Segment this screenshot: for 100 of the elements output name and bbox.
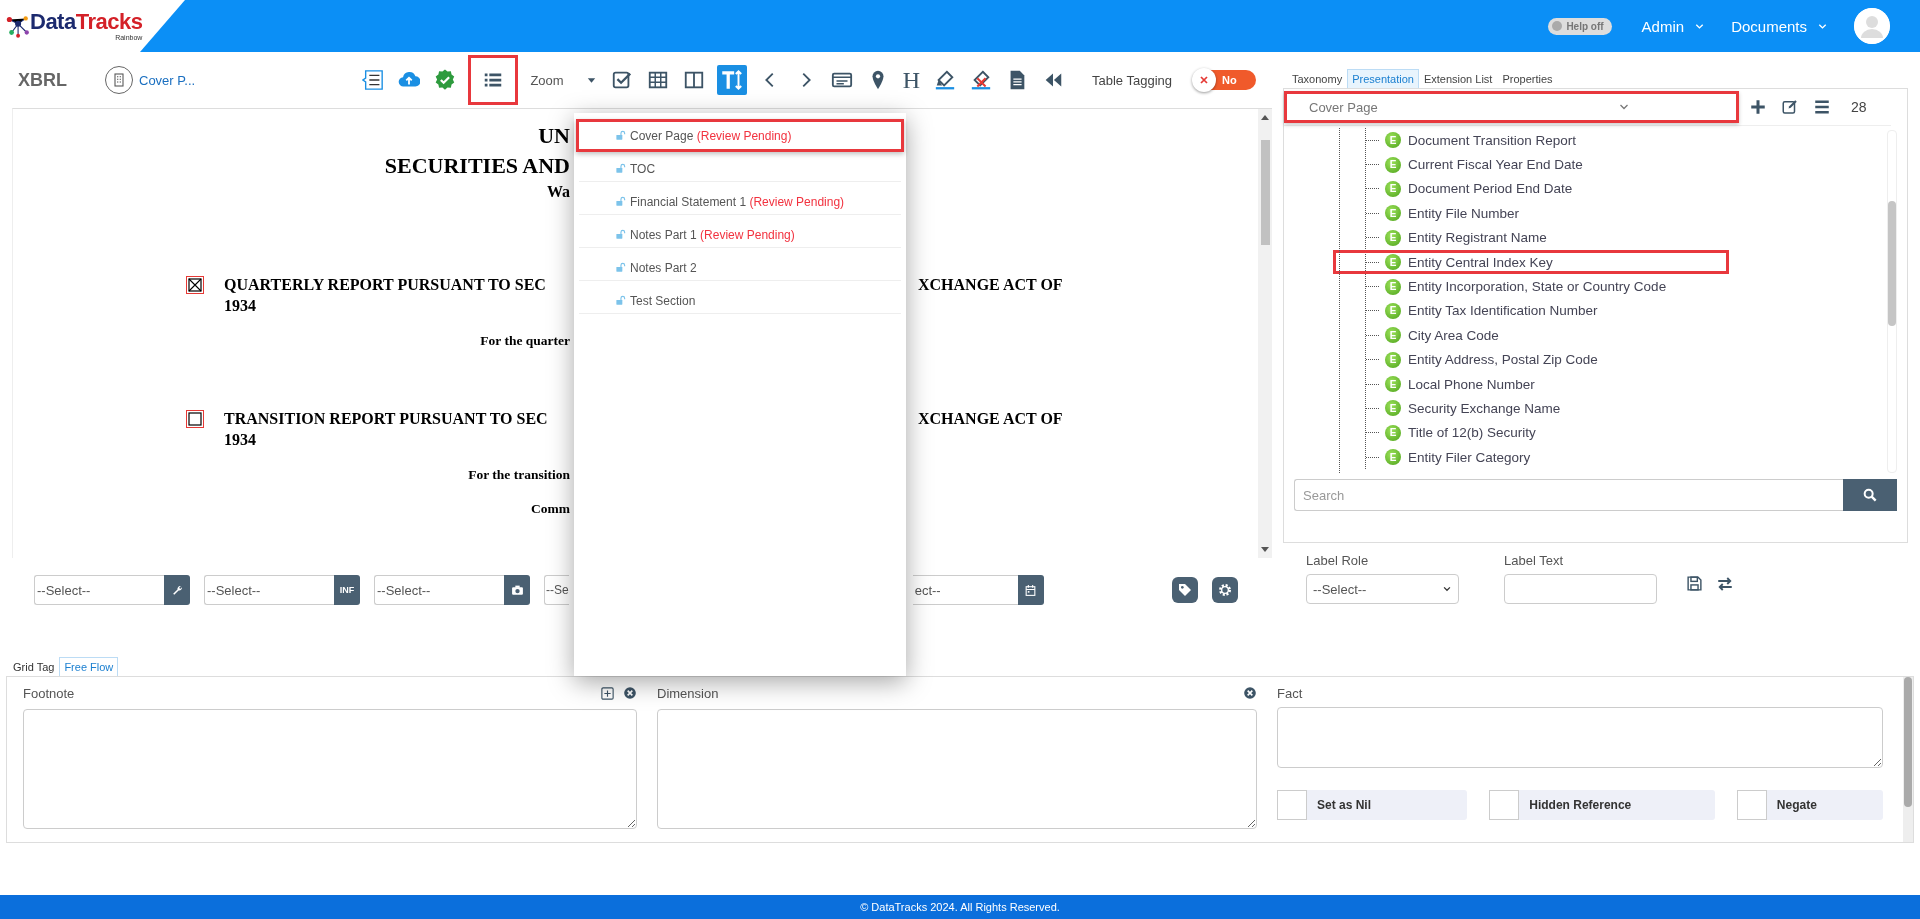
menu-item[interactable]: Cover Page (Review Pending) (576, 119, 904, 152)
option-checkbox[interactable]: Negate (1736, 790, 1883, 820)
heading-button[interactable]: H (900, 67, 922, 93)
image-button[interactable] (504, 575, 530, 605)
tree-item[interactable]: E Entity Address, Postal Zip Code (1363, 347, 1743, 372)
search-button[interactable] (1843, 479, 1897, 511)
select-field[interactable]: --Select-- (204, 575, 334, 605)
tree-item[interactable]: E Current Fiscal Year End Date (1363, 152, 1743, 177)
menu-item-label: Notes Part 2 (630, 260, 697, 275)
check-square-icon (610, 69, 633, 91)
item-count: 28 (1851, 99, 1867, 115)
panel-tab[interactable]: Presentation (1347, 69, 1419, 88)
element-badge: E (1385, 156, 1401, 173)
element-badge: E (1385, 376, 1401, 393)
section-name[interactable]: Cover P... (139, 72, 196, 88)
panel-tab[interactable]: Properties (1497, 69, 1558, 88)
menu-item[interactable]: Notes Part 1 (Review Pending) (576, 218, 904, 251)
element-badge: E (1385, 400, 1401, 417)
close-icon[interactable] (623, 686, 637, 700)
label-role-select[interactable]: --Select-- (1306, 574, 1459, 604)
menu-item[interactable]: Test Section (576, 284, 904, 317)
document-text: For the transition (467, 466, 570, 484)
fact-field[interactable] (1277, 707, 1883, 768)
option-checkbox[interactable]: Hidden Reference (1489, 790, 1715, 820)
field-label: Label Text (1504, 553, 1565, 568)
tree-item[interactable]: E Entity File Number (1363, 201, 1743, 226)
tree-item[interactable]: E Document Period End Date (1363, 176, 1743, 202)
avatar[interactable] (1854, 8, 1890, 44)
columns-icon (682, 69, 705, 91)
document-text: XCHANGE ACT OF (918, 275, 1064, 295)
zoom-dropdown[interactable]: Zoom (528, 70, 599, 90)
document-text: SECURITIES AND (383, 152, 570, 180)
text-height-button[interactable] (716, 65, 747, 95)
menu-item[interactable]: Notes Part 2 (576, 251, 904, 284)
chevron-down-icon (1442, 584, 1452, 594)
tag-icon (1176, 582, 1193, 598)
select-field[interactable]: ect-- (912, 575, 1018, 605)
dimension-field[interactable] (657, 709, 1257, 829)
tree-item[interactable]: E Entity Registrant Name (1363, 225, 1743, 250)
menu-item-label: Notes Part 1 (Review Pending) (630, 227, 795, 242)
menu-item[interactable]: Financial Statement 1 (Review Pending) (576, 185, 904, 218)
menu-icon[interactable] (1813, 98, 1831, 116)
section-list-button[interactable] (468, 55, 519, 105)
save-icon[interactable] (1686, 575, 1703, 592)
element-badge: E (1385, 351, 1401, 368)
wrench-icon (170, 583, 184, 597)
tree-item[interactable]: E Security Exchange Name (1363, 396, 1743, 421)
unlock-icon (615, 262, 626, 273)
calendar-button[interactable] (1017, 575, 1044, 605)
element-badge: E (1385, 278, 1401, 295)
document-text: XCHANGE ACT OF (918, 409, 1064, 429)
wrench-button[interactable] (164, 575, 190, 605)
plus-square-icon[interactable] (600, 685, 615, 701)
close-icon[interactable] (1243, 686, 1257, 700)
unlock-icon (615, 229, 626, 240)
document-text: UN (537, 122, 570, 150)
checkbox[interactable] (188, 412, 202, 426)
scrollbar-thumb[interactable] (1904, 677, 1912, 807)
tree-item[interactable]: E Entity Central Index Key (1333, 249, 1729, 275)
select-field[interactable]: --Se (544, 575, 569, 605)
panel-tab[interactable]: Taxonomy (1287, 69, 1348, 88)
tree-item[interactable]: E Document Transition Report (1363, 128, 1743, 153)
tag-button[interactable] (1171, 577, 1198, 603)
plus-icon[interactable] (1749, 98, 1767, 116)
tree-item[interactable]: E Entity Filer Category (1363, 445, 1743, 470)
section-select[interactable]: Cover Page (1284, 91, 1739, 123)
tag-mode-tab[interactable]: Free Flow (59, 657, 119, 676)
element-badge: E (1385, 327, 1401, 344)
document-text: TRANSITION REPORT PURSUANT TO SEC (224, 409, 548, 429)
footnote-field[interactable] (23, 709, 637, 829)
inf-button[interactable]: INF (334, 575, 360, 605)
select-field[interactable]: --Select-- (34, 575, 164, 605)
tag-mode-tab[interactable]: Grid Tag (8, 657, 60, 676)
menu-item-label: TOC (630, 161, 656, 176)
search-field[interactable]: Search (1294, 479, 1843, 511)
element-badge: E (1385, 424, 1401, 441)
tree-item[interactable]: E Entity Tax Identification Number (1363, 298, 1743, 324)
field-label: Footnote (23, 685, 75, 701)
scrollbar-thumb[interactable] (1888, 201, 1896, 326)
element-badge: E (1385, 229, 1401, 246)
document-text: Comm (530, 500, 570, 518)
label-text-field[interactable] (1504, 574, 1657, 604)
tree-item[interactable]: E Entity Incorporation, State or Country Code (1363, 274, 1743, 299)
edit-icon[interactable] (1781, 98, 1799, 116)
panel-tab[interactable]: Extension List (1418, 69, 1498, 88)
tree-item[interactable]: E Local Phone Number (1363, 371, 1743, 397)
scrollbar-thumb[interactable] (1260, 140, 1270, 245)
tree-item[interactable]: E City Area Code (1363, 323, 1743, 348)
table-tagging-label: Table Tagging (1092, 72, 1172, 88)
settings-button[interactable] (1211, 577, 1238, 603)
option-checkbox[interactable]: Set as Nil (1277, 790, 1468, 820)
menu-item[interactable]: TOC (576, 152, 904, 185)
checkbox[interactable] (188, 278, 202, 292)
element-badge: E (1385, 302, 1401, 319)
field-label: Dimension (657, 685, 719, 701)
tree-item[interactable]: E Title of 12(b) Security (1363, 420, 1743, 446)
element-badge: E (1385, 180, 1401, 197)
select-field[interactable]: --Select-- (374, 575, 504, 605)
unlock-icon (615, 163, 626, 174)
swap-icon[interactable] (1715, 575, 1735, 593)
